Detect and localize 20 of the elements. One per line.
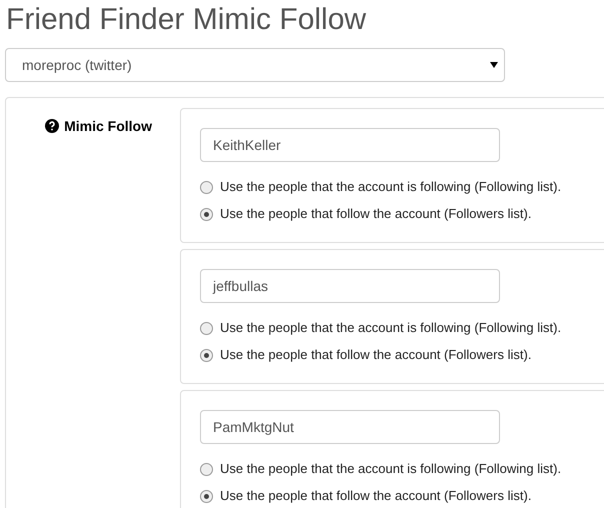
radio-button[interactable] xyxy=(200,348,213,362)
radio-button[interactable] xyxy=(200,180,213,194)
account-select[interactable]: moreproc (twitter) xyxy=(5,48,505,82)
username-field[interactable]: jeffbullas xyxy=(200,269,500,303)
radio-button[interactable] xyxy=(200,490,213,502)
caret-icon xyxy=(490,62,498,68)
username-field[interactable]: KeithKeller xyxy=(200,128,500,162)
radio-button[interactable] xyxy=(200,462,213,476)
option-label: Use the people that the account is following (Following list). xyxy=(220,319,562,338)
option-label: Use the people that the account is following (Following list). xyxy=(220,178,562,196)
option-label: Use the people that the account is following (Following list). xyxy=(220,460,562,478)
page-title: Friend Finder Mimic Follow xyxy=(5,2,366,38)
username-field[interactable]: PamMktgNut xyxy=(200,410,500,444)
option-label: Use the people that follow the account (Followers list). xyxy=(220,205,532,224)
radio-button[interactable] xyxy=(200,322,213,334)
section-label: Mimic Follow xyxy=(64,116,152,136)
option-label: Use the people that follow the account (Followers list). xyxy=(220,346,532,364)
option-label: Use the people that follow the account (Followers list). xyxy=(220,487,532,506)
radio-button[interactable] xyxy=(200,208,213,220)
help-icon[interactable] xyxy=(45,119,60,133)
